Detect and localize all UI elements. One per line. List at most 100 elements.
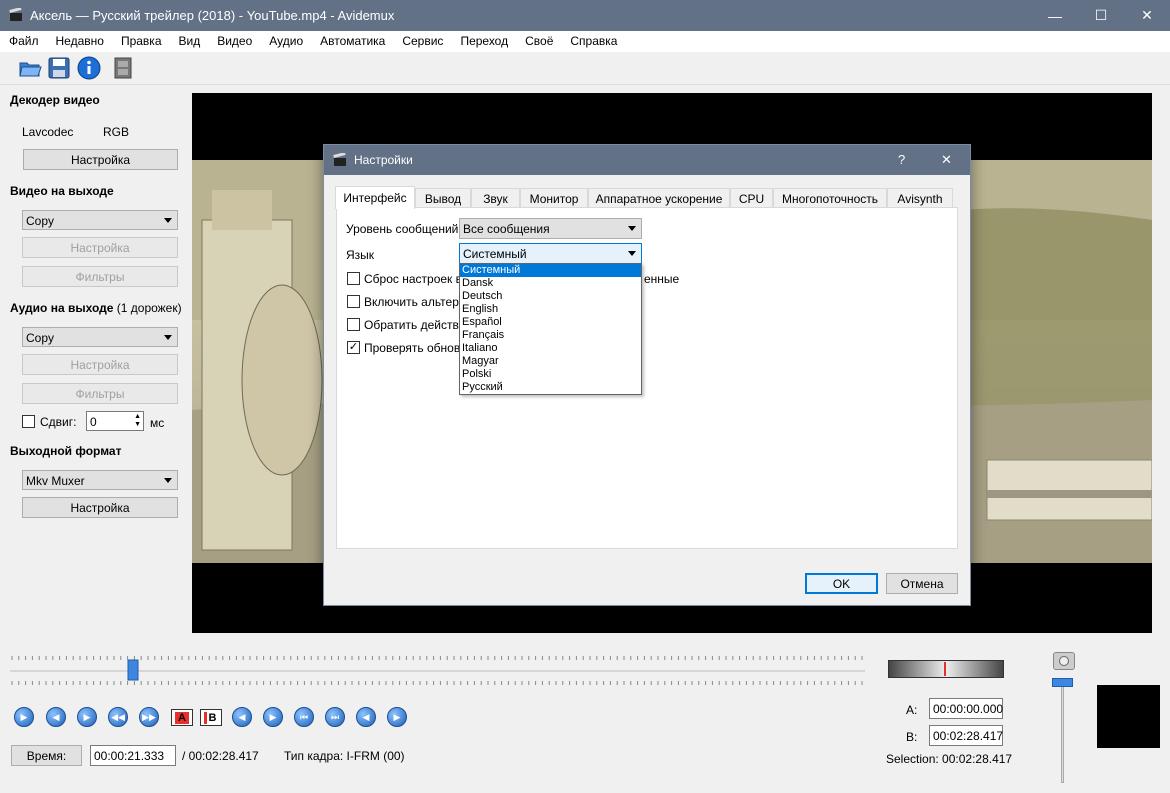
video-filters-button[interactable]: Фильтры <box>22 266 178 287</box>
language-option[interactable]: Magyar <box>460 355 641 368</box>
open-folder-icon[interactable] <box>18 56 42 80</box>
play-icon[interactable]: ▶ <box>14 707 34 727</box>
dialog-close-button[interactable]: ✕ <box>941 152 952 168</box>
minimize-button[interactable]: — <box>1032 0 1078 31</box>
menu-file[interactable]: Файл <box>0 31 47 52</box>
volume-handle[interactable] <box>1052 678 1073 687</box>
goto-marker-b-icon[interactable]: ▶ <box>263 707 283 727</box>
shift-checkbox[interactable] <box>22 415 35 428</box>
jog-shuttle[interactable] <box>888 660 1004 678</box>
dialog-help-button[interactable]: ? <box>898 152 905 167</box>
reset-settings-checkbox[interactable] <box>347 272 360 285</box>
message-level-select[interactable]: Все сообщения <box>459 218 642 239</box>
menu-view[interactable]: Вид <box>170 31 209 52</box>
back-60s-icon[interactable]: ◀ <box>356 707 376 727</box>
check-updates-label: Проверять обновл <box>364 341 467 355</box>
language-option[interactable]: Русский <box>460 381 641 394</box>
forward-60s-icon[interactable]: ▶ <box>387 707 407 727</box>
tab-monitor[interactable]: Монитор <box>520 188 588 208</box>
decoder-config-button[interactable]: Настройка <box>23 149 178 170</box>
timeline-slider[interactable] <box>10 652 870 692</box>
menu-video[interactable]: Видео <box>208 31 260 52</box>
check-updates-checkbox[interactable]: ✓ <box>347 341 360 354</box>
video-config-button[interactable]: Настройка <box>22 237 178 258</box>
menu-bar: Файл Недавно Правка Вид Видео Аудио Авто… <box>0 31 1170 52</box>
menu-tools[interactable]: Сервис <box>393 31 451 52</box>
menu-automation[interactable]: Автоматика <box>311 31 393 52</box>
message-level-label: Уровень сообщений: <box>346 222 462 236</box>
cancel-button[interactable]: Отмена <box>886 573 958 594</box>
menu-custom[interactable]: Своё <box>516 31 561 52</box>
audio-track-count: (1 дорожек) <box>116 301 182 315</box>
time-button[interactable]: Время: <box>11 745 82 766</box>
audio-config-button[interactable]: Настройка <box>22 354 178 375</box>
shift-spinbox[interactable]: 0 ▲ ▼ <box>86 411 144 431</box>
muxer-config-button[interactable]: Настройка <box>22 497 178 518</box>
language-option[interactable]: Polski <box>460 368 641 381</box>
menu-go[interactable]: Переход <box>451 31 516 52</box>
tab-multithreading[interactable]: Многопоточность <box>773 188 887 208</box>
previous-frame-icon[interactable]: ◀ <box>46 707 66 727</box>
preview-thumbnail <box>1097 685 1160 748</box>
tab-output[interactable]: Вывод <box>415 188 471 208</box>
menu-audio[interactable]: Аудио <box>260 31 311 52</box>
language-dropdown-list: Системный Dansk Deutsch English Español … <box>459 263 642 395</box>
language-option[interactable]: Системный <box>460 264 641 277</box>
video-decoder-header: Декодер видео <box>10 93 100 107</box>
close-button[interactable]: ✕ <box>1124 0 1170 31</box>
timeline-playhead[interactable] <box>127 659 139 681</box>
audio-filters-button[interactable]: Фильтры <box>22 383 178 404</box>
tab-avisynth[interactable]: Avisynth <box>887 188 953 208</box>
audio-codec-value: Copy <box>26 331 55 345</box>
volume-icon[interactable] <box>1053 652 1075 670</box>
chevron-down-icon <box>164 478 172 483</box>
muxer-select[interactable]: Mkv Muxer <box>22 470 178 490</box>
filmstrip-icon[interactable] <box>111 56 135 80</box>
next-keyframe-icon[interactable]: ▶▶ <box>139 707 159 727</box>
save-disk-icon[interactable] <box>47 56 71 80</box>
enable-alternate-label: Включить альтерн <box>364 295 466 309</box>
tab-hw-acceleration[interactable]: Аппаратное ускорение <box>588 188 730 208</box>
info-icon[interactable] <box>77 56 101 80</box>
reset-settings-label-tail: енные <box>644 272 680 286</box>
marker-a-letter: A <box>175 711 189 724</box>
chevron-down-icon <box>164 335 172 340</box>
tab-cpu[interactable]: CPU <box>730 188 773 208</box>
spin-arrows-icon[interactable]: ▲ ▼ <box>134 413 141 429</box>
video-codec-select[interactable]: Copy <box>22 210 178 230</box>
dialog-title: Настройки <box>354 153 413 167</box>
next-frame-icon[interactable]: ▶ <box>77 707 97 727</box>
audio-output-header: Аудио на выходе <box>10 301 114 315</box>
language-label: Язык <box>346 248 375 262</box>
current-time-field[interactable]: 00:00:21.333 <box>90 745 176 766</box>
previous-keyframe-icon[interactable]: ◀◀ <box>108 707 128 727</box>
language-option[interactable]: English <box>460 303 641 316</box>
menu-edit[interactable]: Правка <box>112 31 170 52</box>
enable-alternate-checkbox[interactable] <box>347 295 360 308</box>
language-option[interactable]: Italiano <box>460 342 641 355</box>
menu-help[interactable]: Справка <box>561 31 625 52</box>
language-option[interactable]: Dansk <box>460 277 641 290</box>
chevron-down-icon <box>628 226 636 231</box>
volume-track[interactable] <box>1061 678 1064 783</box>
menu-recent[interactable]: Недавно <box>47 31 112 52</box>
title-bar: Аксель — Русский трейлер (2018) - YouTub… <box>0 0 1170 31</box>
settings-dialog: Настройки ? ✕ Интерфейс Вывод Звук Монит… <box>323 144 971 606</box>
language-option[interactable]: Deutsch <box>460 290 641 303</box>
maximize-button[interactable]: ☐ <box>1078 0 1124 31</box>
language-option[interactable]: Français <box>460 329 641 342</box>
tab-interface[interactable]: Интерфейс <box>335 186 415 209</box>
set-marker-a-button[interactable]: A <box>171 709 193 726</box>
audio-codec-select[interactable]: Copy <box>22 327 178 347</box>
goto-start-icon[interactable]: ⏮ <box>294 707 314 727</box>
tab-sound[interactable]: Звук <box>471 188 520 208</box>
language-select[interactable]: Системный <box>459 243 642 264</box>
ok-button[interactable]: OK <box>805 573 878 594</box>
set-marker-b-button[interactable]: B <box>200 709 222 726</box>
invert-action-checkbox[interactable] <box>347 318 360 331</box>
language-option[interactable]: Español <box>460 316 641 329</box>
marker-a-label: A: <box>906 703 918 717</box>
goto-end-icon[interactable]: ⏭ <box>325 707 345 727</box>
toolbar <box>0 52 1170 85</box>
goto-marker-a-icon[interactable]: ◀ <box>232 707 252 727</box>
